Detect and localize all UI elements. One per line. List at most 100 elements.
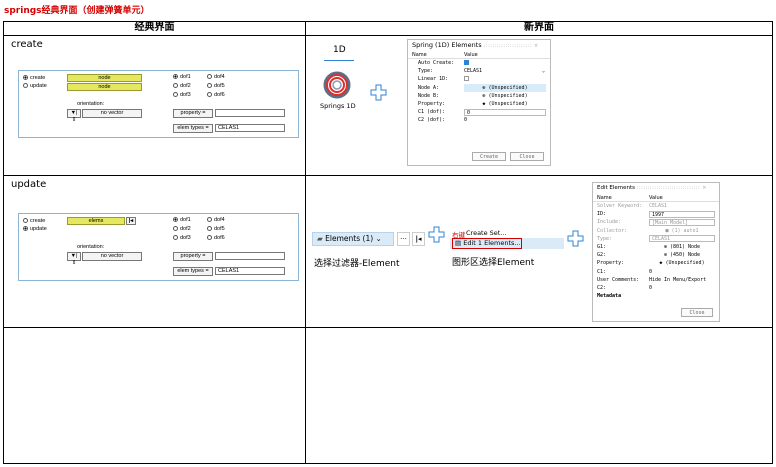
dof5-radio[interactable]: dof5 (207, 226, 225, 232)
collector-selector[interactable]: ■ (1) auto1 (649, 227, 715, 235)
elems-selector[interactable]: elems (67, 217, 125, 225)
property-selector[interactable]: ◆ (Unspecified) (464, 100, 546, 108)
dof5-radio[interactable]: dof5 (207, 83, 225, 89)
plus-arrow-icon (428, 226, 445, 243)
header-classic: 经典界面 (3, 21, 306, 36)
dof2-radio[interactable]: dof2 (173, 226, 191, 232)
vector-arrows-button[interactable]: ▼| ⇕ (67, 252, 81, 266)
c2-row: C2 (dof): 0 (408, 116, 550, 124)
caption-graphics-select: 图形区选择Element (452, 258, 535, 268)
caption-filter: 选择过滤器-Element (314, 259, 400, 269)
springs-1d-icon[interactable] (320, 70, 354, 100)
node-b-row: Node B: ⊕ (Unspecified) (408, 92, 550, 100)
spring-1d-elements-panel: Spring (1D) Elements :::::::::::::::::::… (407, 39, 551, 166)
create-set-menu-item[interactable]: Create Set... (466, 229, 507, 237)
id-input[interactable]: 1997 (649, 210, 715, 218)
node1-selector[interactable]: node (67, 74, 142, 82)
user-comments-row: User Comments: Hide In Menu/Export (593, 276, 719, 284)
type-dropdown[interactable]: CELAS1 (464, 67, 546, 75)
element-filter-icon: ▰ (317, 234, 323, 243)
edit-icon: ▤ (455, 239, 462, 247)
c1-input[interactable]: 0 (464, 108, 546, 116)
node-b-selector[interactable]: ⊕ (Unspecified) (464, 92, 546, 100)
dof2-radio[interactable]: dof2 (173, 83, 191, 89)
property-field[interactable] (215, 252, 285, 260)
elem-types-field[interactable]: CELAS1 (215, 267, 285, 275)
close-button[interactable]: Close (681, 308, 713, 317)
radio-create[interactable]: create (23, 75, 45, 81)
radio-update[interactable]: update (23, 226, 47, 232)
panel-header: Name Value (408, 51, 550, 59)
property-field[interactable] (215, 109, 285, 117)
id-row: ID: 1997 (593, 210, 719, 218)
g1-row: G1: ⊕ (801) Node (593, 243, 719, 251)
c2-input[interactable]: 0 (649, 284, 715, 292)
c1-input[interactable]: 0 (649, 268, 715, 276)
property-row: Property: ◆ (Unspecified) (408, 100, 550, 108)
row-label-create: create (11, 39, 43, 50)
plus-arrow-icon (567, 230, 584, 247)
elements-selector[interactable]: ▰ Elements (1) ⌄ (312, 232, 394, 246)
plus-arrow-icon (370, 84, 387, 101)
page-title: springs经典界面（创建弹簧单元） (4, 6, 150, 16)
elem-types-field[interactable]: CELAS1 (215, 124, 285, 132)
row-label-update: update (11, 179, 47, 190)
edit-elements-menu-item[interactable]: ▤ Edit 1 Elements... (452, 238, 522, 249)
c2-row: C2: 0 (593, 284, 719, 292)
empty-cell-right (305, 327, 773, 464)
elem-types-button[interactable]: elem types = (173, 267, 213, 276)
node-a-selector[interactable]: ⊕ (Unspecified) (464, 83, 546, 92)
dof1-radio[interactable]: dof1 (173, 74, 191, 80)
property-selector[interactable]: ◆ (Unspecified) (649, 259, 715, 267)
panel-header: Name Value (593, 194, 719, 202)
panel-title: Spring (1D) Elements :::::::::::::::::::… (412, 41, 539, 50)
dof6-radio[interactable]: dof6 (207, 92, 225, 98)
elem-types-button[interactable]: elem types = (173, 124, 213, 133)
g1-selector[interactable]: ⊕ (801) Node (649, 243, 715, 251)
no-vector-button[interactable]: no vector (82, 109, 142, 118)
dof4-radio[interactable]: dof4 (207, 217, 225, 223)
comparison-table: 经典界面 新界面 create create update node node … (3, 21, 773, 464)
property-row: Property: ◆ (Unspecified) (593, 259, 719, 267)
dof3-radio[interactable]: dof3 (173, 235, 191, 241)
g2-selector[interactable]: ⊕ (450) Node (649, 251, 715, 259)
type-row: Type: CELAS1 ⌄ (418, 67, 546, 75)
include-dropdown[interactable]: [Main Model] (649, 218, 715, 226)
classic-update-cell: update create update elems |◂ dof1 dof4 … (3, 175, 306, 328)
linear-1d-row: Linear 1D: (408, 75, 550, 83)
c2-input[interactable]: 0 (464, 116, 546, 124)
vector-arrows-button[interactable]: ▼| ⇕ (67, 109, 81, 123)
c1-row: C1 (dof): 0 (408, 108, 550, 116)
radio-create[interactable]: create (23, 218, 45, 224)
dof1-radio[interactable]: dof1 (173, 217, 191, 223)
linear-1d-checkbox[interactable] (464, 76, 469, 82)
tab-1d[interactable]: 1D (333, 45, 346, 55)
user-comments-dropdown[interactable]: Hide In Menu/Export (649, 276, 715, 284)
empty-cell-left (3, 327, 306, 464)
reset-icon[interactable]: |◂ (126, 217, 136, 225)
auto-create-row: Auto Create: (408, 59, 550, 67)
c1-row: C1: 0 (593, 268, 719, 276)
property-button[interactable]: property = (173, 109, 213, 118)
close-button[interactable]: Close (510, 152, 544, 161)
type-dropdown[interactable]: CELAS1 (649, 235, 715, 243)
auto-create-checkbox[interactable] (464, 60, 469, 65)
reset-icon[interactable]: |◂ (412, 232, 425, 246)
metadata-row[interactable]: Metadata (593, 292, 719, 300)
g2-row: G2: ⊕ (450) Node (593, 251, 719, 259)
classic-create-cell: create create update node node dof1 dof4… (3, 35, 306, 176)
type-row: Type: CELAS1 (593, 235, 719, 243)
more-button[interactable]: ··· (397, 232, 410, 246)
node2-selector[interactable]: node (67, 83, 142, 91)
dof6-radio[interactable]: dof6 (207, 235, 225, 241)
include-row: Include: [Main Model] (593, 218, 719, 226)
property-button[interactable]: property = (173, 252, 213, 261)
radio-update[interactable]: update (23, 83, 47, 89)
dof4-radio[interactable]: dof4 (207, 74, 225, 80)
classic-create-panel: create update node node dof1 dof4 dof2 d… (18, 70, 299, 138)
new-create-cell: 1D Springs 1D Spring (1D) Elements :::::… (305, 35, 773, 176)
no-vector-button[interactable]: no vector (82, 252, 142, 261)
create-button[interactable]: Create (472, 152, 506, 161)
header-new: 新界面 (305, 21, 773, 36)
dof3-radio[interactable]: dof3 (173, 92, 191, 98)
